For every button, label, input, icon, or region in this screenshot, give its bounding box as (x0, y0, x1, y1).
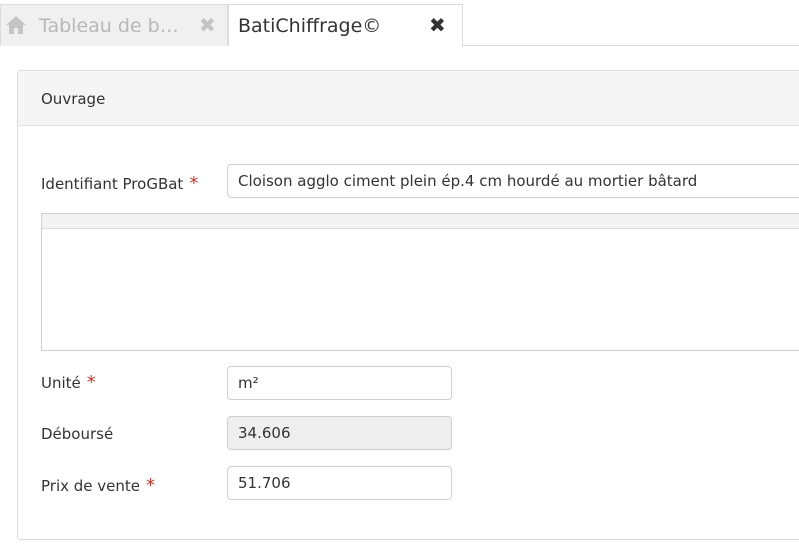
description-editor[interactable] (41, 213, 799, 351)
identifiant-field[interactable]: Cloison agglo ciment plein ép.4 cm hourd… (227, 164, 799, 198)
required-marker: * (86, 372, 96, 393)
close-icon[interactable]: ✖ (199, 13, 216, 37)
unite-label-row: Unité * (41, 372, 96, 393)
tab-dashboard[interactable]: Tableau de b… ✖ (0, 4, 228, 46)
debourse-field: 34.606 (227, 416, 452, 450)
tab-batichiffrage-label: BatiChiffrage© (238, 15, 382, 37)
close-icon[interactable]: ✖ (429, 13, 446, 37)
prix-field[interactable]: 51.706 (227, 466, 452, 500)
debourse-label: Déboursé (41, 425, 114, 443)
home-icon (6, 16, 26, 34)
prix-label: Prix de vente (41, 477, 141, 495)
identifiant-label-row: Identifiant ProGBat * (41, 173, 198, 194)
tab-batichiffrage[interactable]: BatiChiffrage© ✖ (228, 4, 463, 47)
prix-label-row: Prix de vente * (41, 475, 155, 496)
panel-title: Ouvrage (41, 90, 106, 108)
panel-header: Ouvrage (18, 71, 799, 126)
required-marker: * (189, 173, 199, 194)
unite-field[interactable]: m² (227, 366, 452, 400)
required-marker: * (146, 475, 156, 496)
tab-dashboard-label: Tableau de b… (39, 15, 179, 37)
tab-bar: Tableau de b… ✖ BatiChiffrage© ✖ (0, 0, 799, 47)
editor-toolbar (42, 214, 799, 229)
unite-label: Unité (41, 374, 81, 392)
ouvrage-panel: Ouvrage Identifiant ProGBat * Cloison agg… (17, 70, 799, 540)
identifiant-label: Identifiant ProGBat (41, 175, 184, 193)
